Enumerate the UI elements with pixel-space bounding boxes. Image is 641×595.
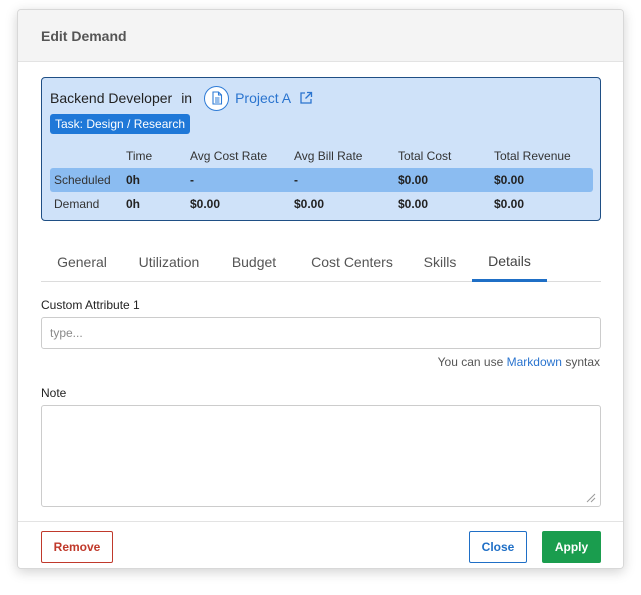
apply-button[interactable]: Apply <box>542 531 601 563</box>
cell-avg-cost-rate: - <box>190 173 194 187</box>
tab-general[interactable]: General <box>41 242 123 281</box>
cell-time: 0h <box>126 173 141 187</box>
document-icon <box>204 85 230 111</box>
demand-summary-panel: Backend Developer in Project A Task: Des… <box>41 77 601 221</box>
header-avg-cost-rate: Avg Cost Rate <box>190 149 268 163</box>
modal-header: Edit Demand <box>18 10 623 62</box>
custom-attribute-input[interactable] <box>41 317 601 349</box>
close-button[interactable]: Close <box>469 531 527 563</box>
hint-prefix: You can use <box>437 355 504 369</box>
summary-heading: Backend Developer in Project A <box>50 85 313 111</box>
in-label: in <box>181 90 193 106</box>
row-label: Demand <box>54 197 100 211</box>
table-row-scheduled: Scheduled 0h - - $0.00 $0.00 <box>50 168 593 192</box>
header-time: Time <box>126 149 153 163</box>
modal-title: Edit Demand <box>41 27 127 44</box>
cell-total-revenue: $0.00 <box>494 197 525 211</box>
remove-button[interactable]: Remove <box>41 531 113 563</box>
tab-cost-centers[interactable]: Cost Centers <box>297 242 407 281</box>
tab-details[interactable]: Details <box>472 242 547 282</box>
cell-total-revenue: $0.00 <box>494 173 525 187</box>
cell-avg-cost-rate: $0.00 <box>190 197 221 211</box>
header-total-cost: Total Cost <box>398 149 452 163</box>
external-link-icon[interactable] <box>299 91 313 105</box>
custom-attribute-label: Custom Attribute 1 <box>41 298 140 312</box>
markdown-link[interactable]: Markdown <box>507 355 562 369</box>
role-name: Backend Developer <box>50 90 173 106</box>
project-link[interactable]: Project A <box>235 90 291 106</box>
stats-table: Time Avg Cost Rate Avg Bill Rate Total C… <box>50 144 593 216</box>
cell-total-cost: $0.00 <box>398 197 429 211</box>
modal-footer: Remove Close Apply <box>18 521 623 568</box>
cell-avg-bill-rate: $0.00 <box>294 197 325 211</box>
edit-demand-modal: Edit Demand Backend Developer in Project… <box>17 9 624 569</box>
cell-total-cost: $0.00 <box>398 173 429 187</box>
tab-bar: General Utilization Budget Cost Centers … <box>41 242 601 282</box>
note-textarea[interactable] <box>41 405 601 507</box>
resize-grip-icon[interactable] <box>584 490 596 508</box>
markdown-hint: You can use Markdown syntax <box>438 355 600 369</box>
tab-skills[interactable]: Skills <box>415 242 465 281</box>
cell-time: 0h <box>126 197 141 211</box>
stats-header-row: Time Avg Cost Rate Avg Bill Rate Total C… <box>50 144 593 168</box>
header-total-revenue: Total Revenue <box>494 149 571 163</box>
cell-avg-bill-rate: - <box>294 173 298 187</box>
header-avg-bill-rate: Avg Bill Rate <box>294 149 363 163</box>
hint-suffix: syntax <box>565 355 600 369</box>
tab-utilization[interactable]: Utilization <box>127 242 211 281</box>
note-label: Note <box>41 386 67 400</box>
tab-budget[interactable]: Budget <box>219 242 289 281</box>
task-badge: Task: Design / Research <box>50 114 191 134</box>
row-label: Scheduled <box>54 173 111 187</box>
table-row-demand: Demand 0h $0.00 $0.00 $0.00 $0.00 <box>50 192 593 216</box>
